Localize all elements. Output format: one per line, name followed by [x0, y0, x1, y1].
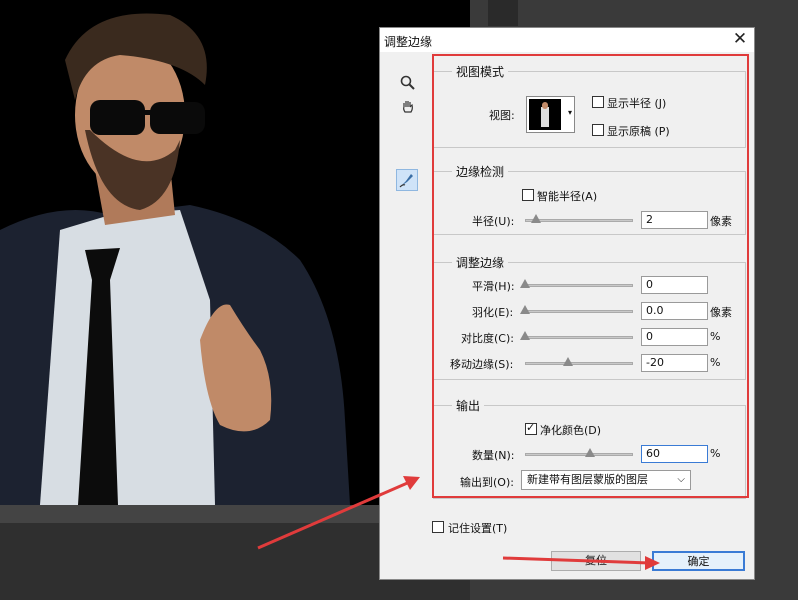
edge-detection-group: 边缘检测 智能半径(A) 半径(U): 2 像素: [433, 163, 746, 235]
edge-detection-title: 边缘检测: [452, 163, 509, 180]
remember-settings-label: 记住设置(T): [448, 522, 508, 535]
feather-slider-thumb[interactable]: [520, 305, 530, 314]
feather-slider[interactable]: [520, 305, 633, 315]
zoom-icon[interactable]: [397, 72, 419, 94]
feather-unit: 像素: [710, 306, 732, 319]
dialog-title: 调整边缘: [384, 35, 433, 49]
contrast-slider[interactable]: [520, 331, 633, 341]
contrast-label: 对比度(C):: [461, 332, 514, 345]
view-label: 视图:: [489, 109, 515, 122]
radius-label: 半径(U):: [472, 215, 515, 228]
chevron-down-icon: ⌵: [677, 474, 685, 485]
shift-edge-unit: %: [710, 356, 721, 369]
remember-settings-checkbox[interactable]: [432, 521, 444, 533]
ok-button[interactable]: 确定: [652, 551, 745, 571]
decontaminate-label: 净化颜色(D): [540, 424, 602, 437]
contrast-slider-thumb[interactable]: [520, 331, 530, 340]
show-radius-label: 显示半径 (J): [607, 97, 667, 110]
adjust-edge-group: 调整边缘 平滑(H): 0 羽化(E): 0.0 像素 对比度(C): 0 % …: [433, 254, 746, 380]
refine-radius-brush-icon[interactable]: [396, 169, 418, 191]
smart-radius-checkbox[interactable]: [522, 189, 534, 201]
decontaminate-checkbox[interactable]: [525, 421, 537, 435]
amount-unit: %: [710, 447, 721, 460]
smooth-slider-thumb[interactable]: [520, 279, 530, 288]
refine-edge-dialog: 调整边缘 ✕ 视图模式 视图: ▾ 显示半径 (J) 显示原稿 (P) 边缘检测…: [379, 27, 755, 580]
view-thumbnail-dropdown[interactable]: ▾: [526, 96, 575, 133]
feather-input[interactable]: 0.0: [641, 302, 708, 320]
shift-edge-label: 移动边缘(S):: [450, 358, 514, 371]
shift-edge-input[interactable]: -20: [641, 354, 708, 372]
amount-label: 数量(N):: [472, 449, 515, 462]
smooth-input[interactable]: 0: [641, 276, 708, 294]
radius-slider[interactable]: [525, 214, 633, 224]
output-group: 输出 净化颜色(D) 数量(N): 60 % 输出到(O): 新建带有图层蒙版的…: [433, 397, 746, 499]
output-title: 输出: [452, 397, 485, 414]
show-radius-checkbox[interactable]: [592, 96, 604, 108]
radius-unit: 像素: [710, 215, 732, 228]
contrast-unit: %: [710, 330, 721, 343]
dialog-title-bar[interactable]: 调整边缘 ✕: [380, 28, 754, 52]
shift-edge-slider-thumb[interactable]: [563, 357, 574, 366]
smooth-label: 平滑(H):: [472, 280, 515, 293]
output-to-label: 输出到(O):: [460, 476, 514, 489]
output-to-value: 新建带有图层蒙版的图层: [527, 473, 648, 486]
close-icon[interactable]: ✕: [732, 31, 748, 48]
adjust-edge-title: 调整边缘: [452, 254, 509, 271]
amount-input[interactable]: 60: [641, 445, 708, 463]
smart-radius-label: 智能半径(A): [537, 190, 598, 203]
radius-input[interactable]: 2: [641, 211, 708, 229]
view-thumbnail: [529, 99, 561, 130]
view-mode-group: 视图模式 视图: ▾ 显示半径 (J) 显示原稿 (P): [433, 63, 746, 148]
output-to-select[interactable]: 新建带有图层蒙版的图层 ⌵: [521, 470, 691, 490]
dropdown-arrow-icon: ▾: [567, 108, 572, 117]
reset-button[interactable]: 复位: [551, 551, 641, 571]
shift-edge-slider[interactable]: [525, 357, 633, 367]
radius-slider-thumb[interactable]: [530, 214, 541, 223]
view-mode-title: 视图模式: [452, 63, 509, 80]
amount-slider[interactable]: [525, 448, 633, 458]
contrast-input[interactable]: 0: [641, 328, 708, 346]
feather-label: 羽化(E):: [472, 306, 514, 319]
hand-icon[interactable]: [397, 96, 419, 118]
show-original-checkbox[interactable]: [592, 124, 604, 136]
show-original-label: 显示原稿 (P): [607, 125, 670, 138]
smooth-slider[interactable]: [520, 279, 633, 289]
amount-slider-thumb[interactable]: [584, 448, 595, 457]
